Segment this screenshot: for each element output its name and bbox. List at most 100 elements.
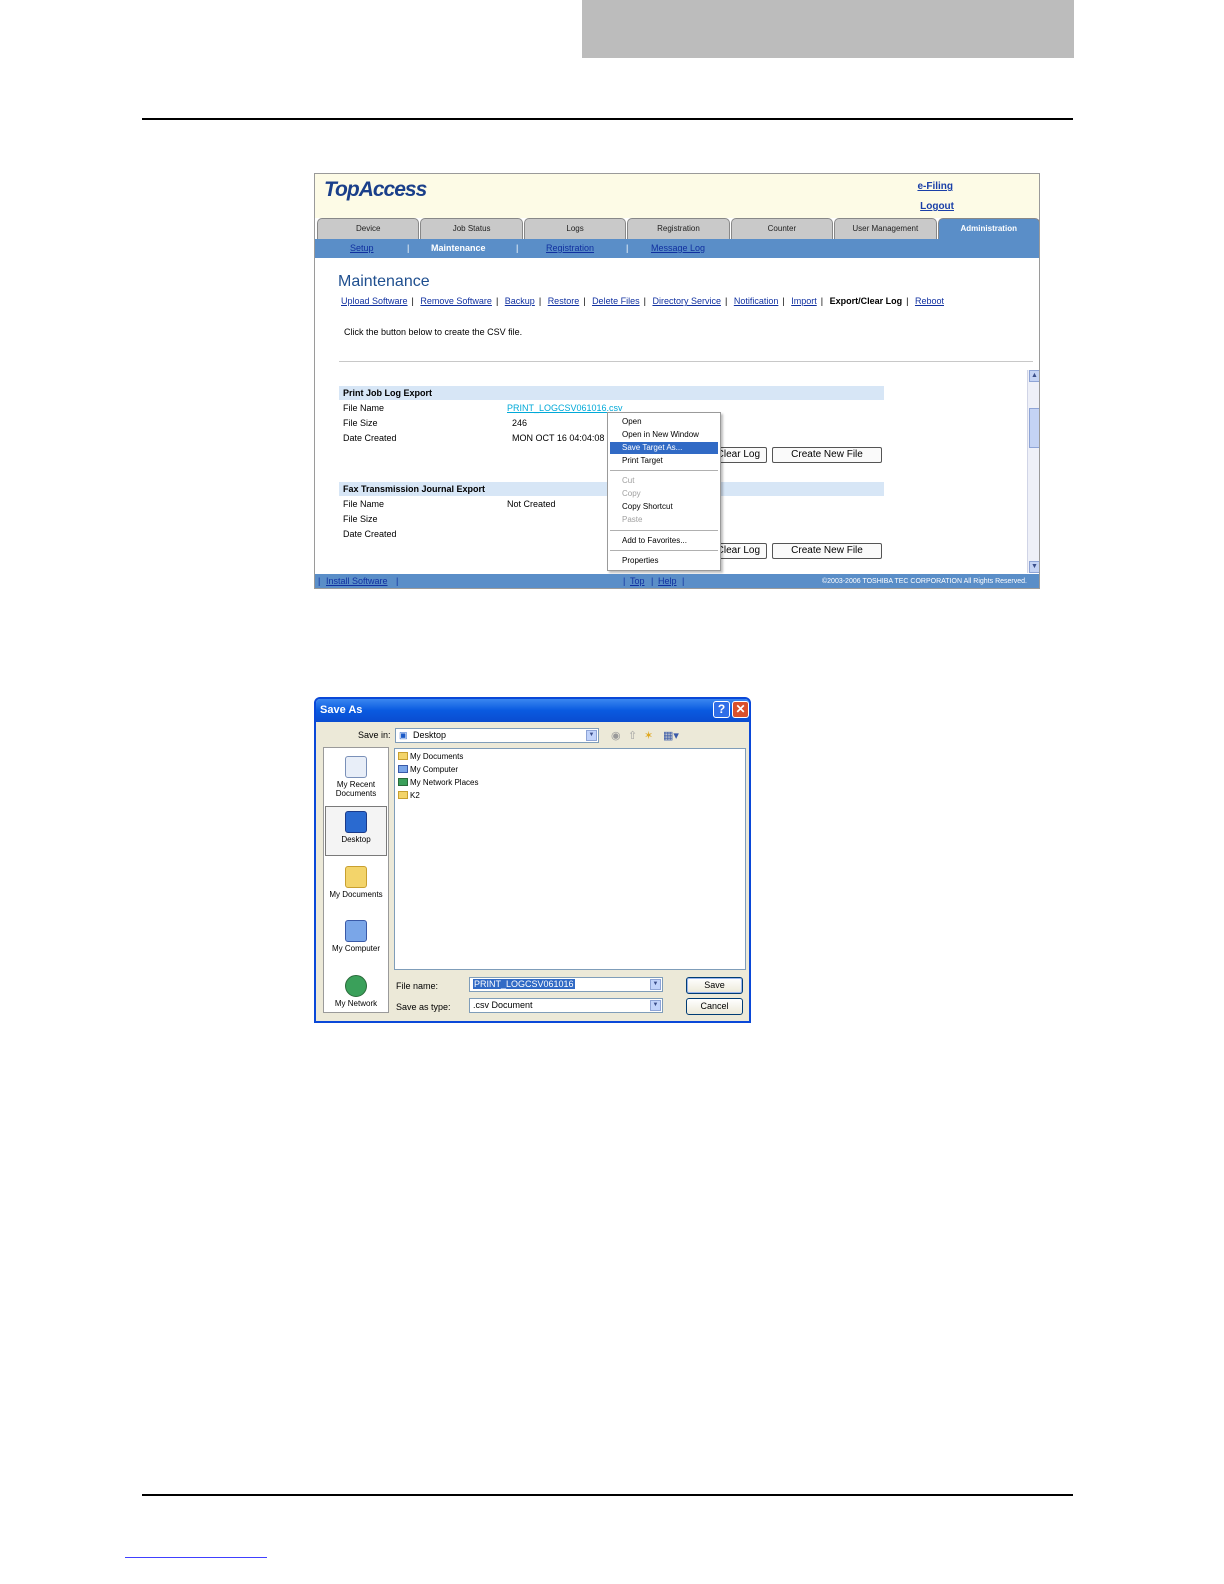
file-size-label: File Size — [343, 418, 378, 428]
menu-copy: Copy — [622, 489, 641, 498]
top-link[interactable]: Top — [630, 576, 645, 586]
menu-open-new-window[interactable]: Open in New Window — [610, 429, 718, 441]
link-notification[interactable]: Notification — [734, 296, 779, 306]
link-reboot[interactable]: Reboot — [915, 296, 944, 306]
sub-navigation: Setup | Maintenance | Registration | Mes… — [315, 239, 1039, 258]
chevron-down-icon[interactable]: ▼ — [650, 1000, 661, 1011]
chapter-tab — [582, 0, 1074, 58]
computer-icon — [398, 765, 408, 773]
create-new-file-button[interactable]: Create New File — [772, 543, 882, 559]
file-name-value: PRINT_LOGCSV061016 — [473, 979, 575, 989]
save-button[interactable]: Save — [686, 977, 743, 994]
save-in-dropdown[interactable]: ▣ Desktop ▼ — [395, 728, 599, 743]
list-item[interactable]: K2 — [398, 791, 420, 803]
folder-icon — [345, 866, 367, 888]
save-type-value: .csv Document — [473, 1000, 533, 1010]
subnav-setup[interactable]: Setup — [350, 243, 374, 253]
menu-open[interactable]: Open — [610, 416, 718, 428]
link-import[interactable]: Import — [791, 296, 817, 306]
save-type-dropdown[interactable]: .csv Document ▼ — [469, 998, 663, 1013]
new-folder-icon[interactable]: ✶ — [644, 729, 653, 742]
tab-counter[interactable]: Counter — [730, 218, 834, 239]
help-button[interactable]: ? — [713, 701, 730, 718]
folder-icon — [398, 791, 408, 799]
scroll-up-icon[interactable]: ▲ — [1029, 370, 1039, 382]
tab-job-status[interactable]: Job Status — [420, 218, 523, 239]
file-name-field[interactable]: PRINT_LOGCSV061016 ▼ — [469, 977, 663, 992]
help-link[interactable]: Help — [658, 576, 677, 586]
save-type-label: Save as type: — [396, 1002, 451, 1012]
places-bar: My Recent Documents Desktop My Documents… — [323, 747, 389, 1013]
footer-link-underline — [125, 1557, 267, 1558]
subnav-maintenance[interactable]: Maintenance — [431, 243, 486, 253]
footer-bar: | Install Software | | Top | Help | ©200… — [315, 574, 1039, 588]
network-icon — [398, 778, 408, 786]
maintenance-links: Upload Software | Remove Software | Backup… — [341, 296, 944, 306]
place-my-network[interactable]: My Network — [325, 975, 387, 1008]
date-created-label: Date Created — [343, 433, 397, 443]
header-rule — [142, 118, 1073, 120]
tab-registration[interactable]: Registration — [627, 218, 730, 239]
link-remove-software[interactable]: Remove Software — [420, 296, 492, 306]
menu-print-target[interactable]: Print Target — [610, 455, 718, 467]
save-in-label: Save in: — [358, 730, 391, 740]
file-list[interactable]: My Documents My Computer My Network Plac… — [394, 748, 746, 970]
list-item[interactable]: My Documents — [398, 752, 463, 764]
menu-save-target-as[interactable]: Save Target As... — [610, 442, 718, 454]
up-folder-icon[interactable]: ⇧ — [628, 729, 637, 742]
computer-icon — [345, 920, 367, 942]
network-icon — [345, 975, 367, 997]
subnav-registration[interactable]: Registration — [546, 243, 594, 253]
tab-logs[interactable]: Logs — [523, 218, 627, 239]
context-menu: Open Open in New Window Save Target As..… — [607, 412, 721, 571]
scroll-down-icon[interactable]: ▼ — [1029, 561, 1039, 573]
section-print-job-log: Print Job Log Export — [339, 386, 884, 400]
link-delete-files[interactable]: Delete Files — [592, 296, 640, 306]
views-menu-icon[interactable]: ▦▾ — [663, 729, 679, 742]
tab-administration[interactable]: Administration — [937, 218, 1039, 239]
divider — [339, 361, 1033, 362]
list-item[interactable]: My Computer — [398, 765, 458, 777]
chevron-down-icon[interactable]: ▼ — [586, 730, 597, 741]
subnav-message-log[interactable]: Message Log — [651, 243, 705, 253]
file-name-label: File name: — [396, 981, 439, 991]
menu-properties[interactable]: Properties — [610, 555, 718, 567]
place-my-documents[interactable]: My Documents — [325, 866, 387, 899]
vertical-scrollbar[interactable]: ▲ ▼ — [1027, 370, 1039, 573]
folder-icon — [398, 752, 408, 760]
place-my-computer[interactable]: My Computer — [325, 920, 387, 953]
tab-user-management[interactable]: User Management — [834, 218, 937, 239]
install-software-link[interactable]: Install Software — [326, 576, 388, 586]
tab-device[interactable]: Device — [317, 218, 420, 239]
efiling-link[interactable]: e-Filing — [917, 181, 953, 192]
list-item[interactable]: My Network Places — [398, 778, 478, 790]
date-created-label: Date Created — [343, 529, 397, 539]
close-button[interactable]: ✕ — [732, 701, 749, 718]
logout-link[interactable]: Logout — [920, 201, 954, 212]
topaccess-header: TopAccess e-Filing Logout — [315, 174, 1039, 218]
place-desktop[interactable]: Desktop — [325, 806, 387, 856]
link-export-clear-log[interactable]: Export/Clear Log — [830, 296, 903, 306]
page-title: Maintenance — [338, 273, 430, 290]
print-log-file-size: 246 — [512, 418, 528, 428]
link-restore[interactable]: Restore — [548, 296, 580, 306]
menu-copy-shortcut[interactable]: Copy Shortcut — [610, 501, 718, 513]
menu-separator — [610, 550, 718, 551]
save-in-value: Desktop — [413, 730, 447, 740]
cancel-button[interactable]: Cancel — [686, 998, 743, 1015]
chevron-down-icon[interactable]: ▼ — [650, 979, 661, 990]
link-backup[interactable]: Backup — [505, 296, 535, 306]
link-directory-service[interactable]: Directory Service — [652, 296, 721, 306]
place-recent-documents[interactable]: My Recent Documents — [325, 756, 387, 798]
save-as-dialog: Save As ? ✕ Save in: ▣ Desktop ▼ ◉ ⇧ ✶ ▦… — [314, 697, 751, 1023]
create-new-file-button[interactable]: Create New File — [772, 447, 882, 463]
print-log-file-link[interactable]: PRINT_LOGCSV061016.csv — [507, 403, 623, 413]
menu-add-to-favorites[interactable]: Add to Favorites... — [610, 535, 718, 547]
main-tabs: Device Job Status Logs Registration Coun… — [317, 218, 1039, 239]
topaccess-logo: TopAccess — [324, 178, 427, 201]
menu-paste: Paste — [622, 515, 643, 524]
back-icon[interactable]: ◉ — [611, 729, 621, 742]
link-upload-software[interactable]: Upload Software — [341, 296, 408, 306]
desktop-icon: ▣ — [399, 730, 408, 740]
scroll-thumb[interactable] — [1029, 408, 1039, 448]
